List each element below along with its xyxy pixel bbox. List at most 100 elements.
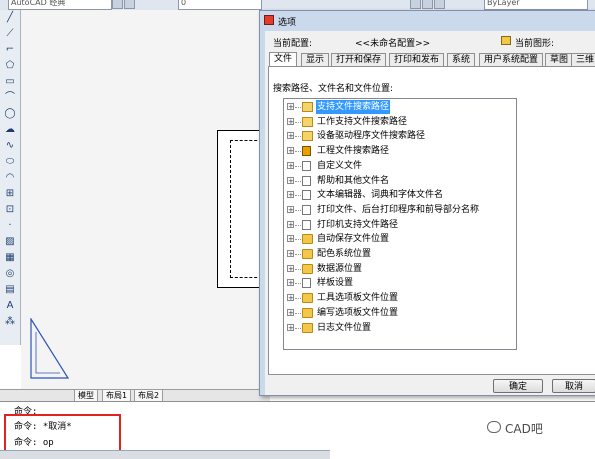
region-icon[interactable]: ◎	[4, 268, 16, 280]
tree-item-label: 打印机支持文件路径	[317, 219, 399, 230]
rectangle-icon[interactable]: ▭	[4, 76, 16, 88]
expand-icon[interactable]: +	[287, 308, 294, 316]
current-profile-value: <<未命名配置>>	[355, 39, 431, 49]
arc-icon[interactable]: ⌒	[4, 92, 16, 104]
tab-system[interactable]: 系统	[447, 53, 476, 67]
expand-icon[interactable]: +	[287, 147, 294, 155]
construction-line-icon[interactable]: ⟋	[4, 28, 16, 40]
tree-item-label: 帮助和其他文件名	[317, 175, 390, 186]
expand-icon[interactable]: +	[287, 132, 294, 140]
dashed-outline	[230, 140, 262, 278]
revision-cloud-icon[interactable]: ☁	[4, 124, 16, 136]
expand-icon[interactable]: +	[287, 235, 294, 243]
tree-item[interactable]: + 配色系统位置	[284, 247, 514, 261]
document-icon	[302, 175, 311, 186]
ucs-icon	[30, 318, 70, 379]
ellipse-icon[interactable]: ⬭	[4, 156, 16, 168]
expand-icon[interactable]: +	[287, 161, 294, 169]
gradient-icon[interactable]: ▦	[4, 252, 16, 264]
tree-item[interactable]: + 工作支持文件搜索路径	[284, 115, 514, 129]
tree-item[interactable]: + 工具选项板文件位置	[284, 291, 514, 305]
expand-icon[interactable]: +	[287, 294, 294, 302]
toolbar-icon[interactable]	[434, 0, 445, 9]
tree-item[interactable]: + 打印文件、后台打印程序和前导部分名称	[284, 203, 514, 217]
tree-item[interactable]: + 样板设置	[284, 276, 514, 290]
tab-display[interactable]: 显示	[301, 53, 330, 67]
document-icon	[302, 219, 311, 230]
table-icon[interactable]: ▤	[4, 284, 16, 296]
expand-icon[interactable]: +	[287, 117, 294, 125]
tab-open-save[interactable]: 打开和保存	[331, 53, 387, 67]
tree-item[interactable]: + 日志文件位置	[284, 321, 514, 335]
expand-icon[interactable]: +	[287, 176, 294, 184]
expand-icon[interactable]: +	[287, 103, 294, 111]
dialog-title: 选项	[278, 18, 297, 28]
circle-icon[interactable]: ◯	[4, 108, 16, 120]
tree-connector	[295, 195, 301, 197]
folder-open-icon	[302, 102, 313, 112]
expand-icon[interactable]: +	[287, 279, 294, 287]
hatch-icon[interactable]: ▨	[4, 236, 16, 248]
tree-connector	[295, 327, 301, 329]
tree-item-label: 自定义文件	[317, 160, 363, 171]
folder-icon	[302, 293, 313, 304]
tree-item[interactable]: + 自定义文件	[284, 159, 514, 173]
search-path-tree[interactable]: + 支持文件搜索路径 + 工作支持文件搜索路径 + 设备驱动程序文件搜索路径 + 工程文件搜索…	[283, 98, 517, 350]
tree-item[interactable]: + 支持文件搜索路径	[284, 100, 514, 114]
tree-item[interactable]: + 帮助和其他文件名	[284, 174, 514, 188]
tab-3d[interactable]: 三维	[571, 53, 595, 67]
expand-icon[interactable]: +	[287, 323, 294, 331]
tree-item-label: 工具选项板文件位置	[317, 293, 399, 304]
ellipse-arc-icon[interactable]: ◠	[4, 172, 16, 184]
watermark: CAD吧	[505, 422, 543, 436]
tree-connector	[295, 151, 301, 153]
insert-block-icon[interactable]: ⊞	[4, 188, 16, 200]
line-icon[interactable]: ╱	[4, 12, 16, 24]
tree-item-label: 支持文件搜索路径	[316, 100, 391, 114]
wechat-icon	[487, 421, 501, 433]
text-icon[interactable]: A	[4, 300, 16, 312]
layer-dropdown[interactable]: 0	[178, 0, 262, 10]
tree-item[interactable]: + 自动保存文件位置	[284, 232, 514, 246]
tree-item[interactable]: + 设备驱动程序文件搜索路径	[284, 129, 514, 143]
tree-item[interactable]: + 文本编辑器、词典和字体文件名	[284, 188, 514, 202]
polyline-icon[interactable]: ⌐	[4, 44, 16, 56]
tree-item-label: 工程文件搜索路径	[317, 146, 390, 157]
tree-item[interactable]: + 打印机支持文件路径	[284, 218, 514, 232]
workspace-dropdown[interactable]: AutoCAD 经典	[8, 0, 112, 10]
expand-icon[interactable]: +	[287, 264, 294, 272]
polygon-icon[interactable]: ⬠	[4, 60, 16, 72]
folder-icon	[302, 263, 313, 274]
tree-item[interactable]: + 数据源位置	[284, 262, 514, 276]
app-icon	[264, 15, 274, 25]
cancel-button[interactable]: 取消	[552, 379, 595, 393]
toolbar-icon[interactable]	[410, 0, 421, 9]
ok-button[interactable]: 确定	[493, 379, 543, 393]
dialog-body: 当前配置: <<未命名配置>> 当前图形: 文件 显示 打开和保存 打印和发布 …	[265, 31, 595, 395]
folder-icon	[302, 322, 313, 333]
expand-icon[interactable]: +	[287, 191, 294, 199]
folder-icon	[302, 307, 313, 318]
tab-files[interactable]: 文件	[269, 52, 298, 67]
gear-icon[interactable]	[112, 0, 123, 9]
tree-item[interactable]: + 工程文件搜索路径	[284, 144, 514, 158]
expand-icon[interactable]: +	[287, 205, 294, 213]
tab-user-preferences[interactable]: 用户系统配置	[479, 53, 544, 67]
folder-open-icon	[302, 116, 313, 127]
spline-icon[interactable]: ∿	[4, 140, 16, 152]
tree-item-label: 数据源位置	[317, 263, 363, 274]
point-icon[interactable]: ·	[4, 220, 16, 232]
toolbar-icon[interactable]	[422, 0, 433, 9]
tab-plot-publish[interactable]: 打印和发布	[389, 53, 445, 67]
tree-item-label: 打印文件、后台打印程序和前导部分名称	[317, 204, 480, 215]
tree-item[interactable]: + 编写选项板文件位置	[284, 306, 514, 320]
linetype-dropdown[interactable]: ByLayer	[484, 0, 588, 10]
expand-icon[interactable]: +	[287, 250, 294, 258]
dialog-titlebar[interactable]: 选项	[260, 11, 595, 31]
tab-drafting[interactable]: 草图	[545, 53, 574, 67]
toolbar-icon[interactable]	[124, 0, 135, 9]
tree-connector	[295, 209, 301, 211]
make-block-icon[interactable]: ⊡	[4, 204, 16, 216]
expand-icon[interactable]: +	[287, 220, 294, 228]
add-selected-icon[interactable]: ⁂	[4, 316, 16, 328]
